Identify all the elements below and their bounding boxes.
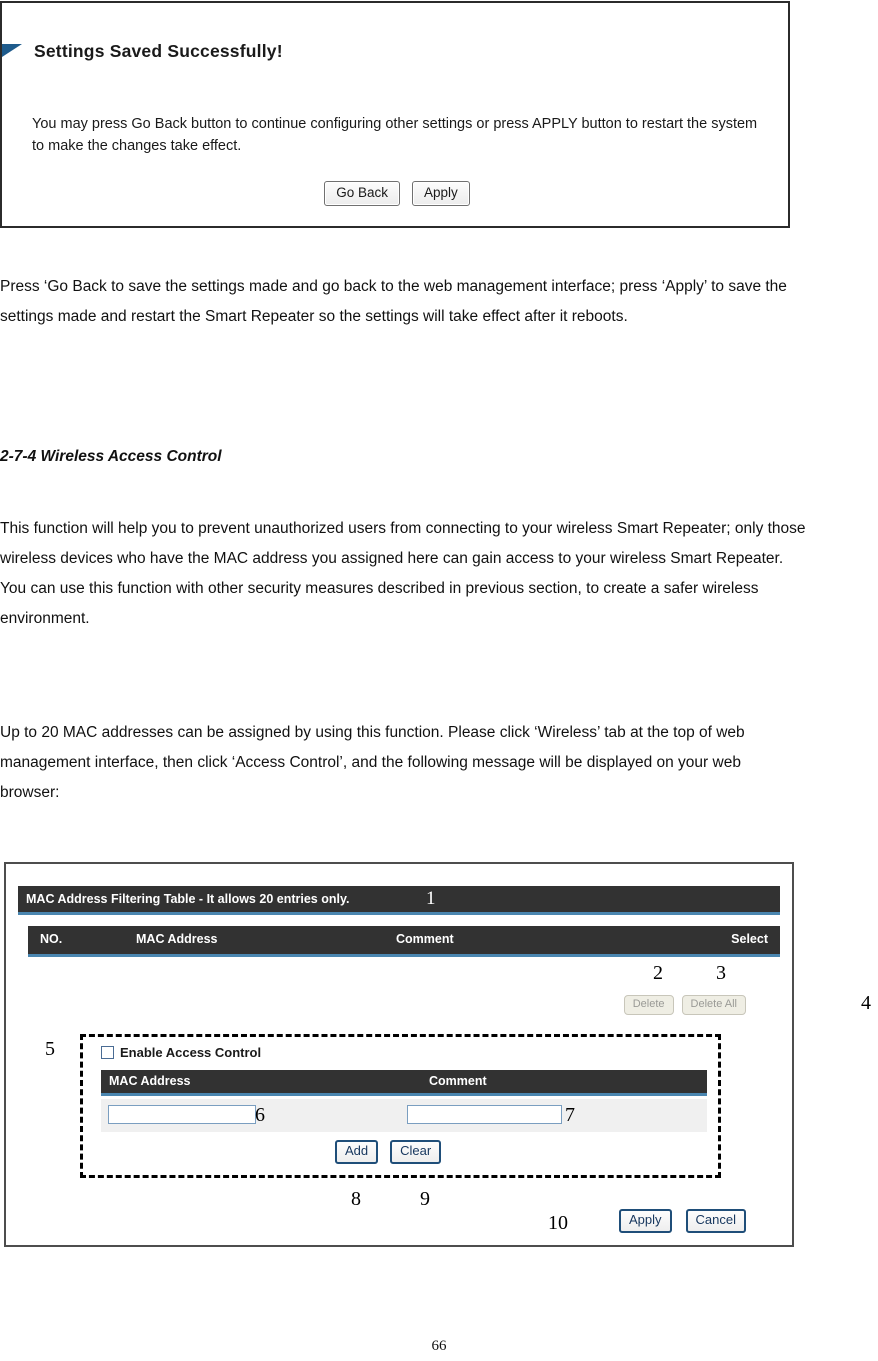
clear-button[interactable]: Clear	[390, 1140, 442, 1164]
callout-8: 8	[351, 1188, 361, 1210]
paragraph-function-description: This function will help you to prevent u…	[0, 520, 806, 627]
callout-10: 10	[548, 1212, 568, 1234]
column-header-select: Select	[731, 932, 768, 946]
acl-delete-button-row: Delete Delete All	[623, 995, 746, 1015]
callout-4: 4	[861, 992, 871, 1014]
paragraph-go-back-apply: Press ‘Go Back to save the settings made…	[0, 278, 787, 325]
enable-access-control-label: Enable Access Control	[120, 1045, 262, 1060]
acl-title-bar: MAC Address Filtering Table - It allows …	[18, 886, 780, 915]
entry-header-comment: Comment	[429, 1074, 487, 1088]
column-header-comment: Comment	[396, 932, 454, 946]
cancel-button[interactable]: Cancel	[685, 1209, 746, 1233]
callout-9: 9	[420, 1188, 430, 1210]
callout-2: 2	[653, 962, 663, 984]
settings-saved-button-row: Go Back Apply	[2, 181, 792, 206]
callout-3: 3	[716, 962, 726, 984]
add-button[interactable]: Add	[335, 1140, 379, 1164]
callout-7: 7	[565, 1104, 575, 1126]
mac-address-input[interactable]	[108, 1105, 256, 1124]
callout-1: 1	[426, 888, 436, 909]
comment-input[interactable]	[407, 1105, 562, 1124]
section-heading-wireless-access-control: 2-7-4 Wireless Access Control	[0, 448, 222, 465]
settings-saved-message: You may press Go Back button to continue…	[32, 116, 758, 154]
acl-column-header-row: NO. MAC Address Comment Select	[28, 926, 780, 957]
callout-5: 5	[45, 1038, 55, 1060]
entry-form-button-row: Add Clear	[335, 1140, 442, 1164]
enable-access-control-checkbox[interactable]	[101, 1046, 114, 1059]
enable-access-control-row[interactable]: Enable Access Control	[101, 1045, 261, 1060]
access-control-entry-region: Enable Access Control MAC Address Commen…	[80, 1034, 721, 1178]
acl-title-text: MAC Address Filtering Table - It allows …	[26, 892, 350, 906]
apply-button-top[interactable]: Apply	[412, 181, 470, 206]
column-header-no: NO.	[40, 932, 63, 946]
entry-form-header-row: MAC Address Comment	[101, 1070, 707, 1096]
settings-saved-title: Settings Saved Successfully!	[34, 41, 283, 61]
apply-button[interactable]: Apply	[619, 1209, 672, 1233]
entry-header-mac-address: MAC Address	[109, 1074, 191, 1088]
triangle-marker-icon	[2, 44, 22, 57]
delete-button[interactable]: Delete	[623, 995, 674, 1015]
entry-form-input-row	[101, 1099, 707, 1132]
callout-6: 6	[255, 1104, 265, 1126]
go-back-button[interactable]: Go Back	[324, 181, 400, 206]
acl-footer-button-row: Apply Cancel	[619, 1209, 746, 1233]
paragraph-usage-instructions: Up to 20 MAC addresses can be assigned b…	[0, 724, 745, 801]
delete-all-button[interactable]: Delete All	[681, 995, 746, 1015]
column-header-mac-address: MAC Address	[136, 932, 218, 946]
page-number: 66	[431, 1338, 447, 1354]
settings-saved-panel: Settings Saved Successfully! You may pre…	[0, 1, 790, 228]
access-control-panel: MAC Address Filtering Table - It allows …	[4, 862, 794, 1247]
